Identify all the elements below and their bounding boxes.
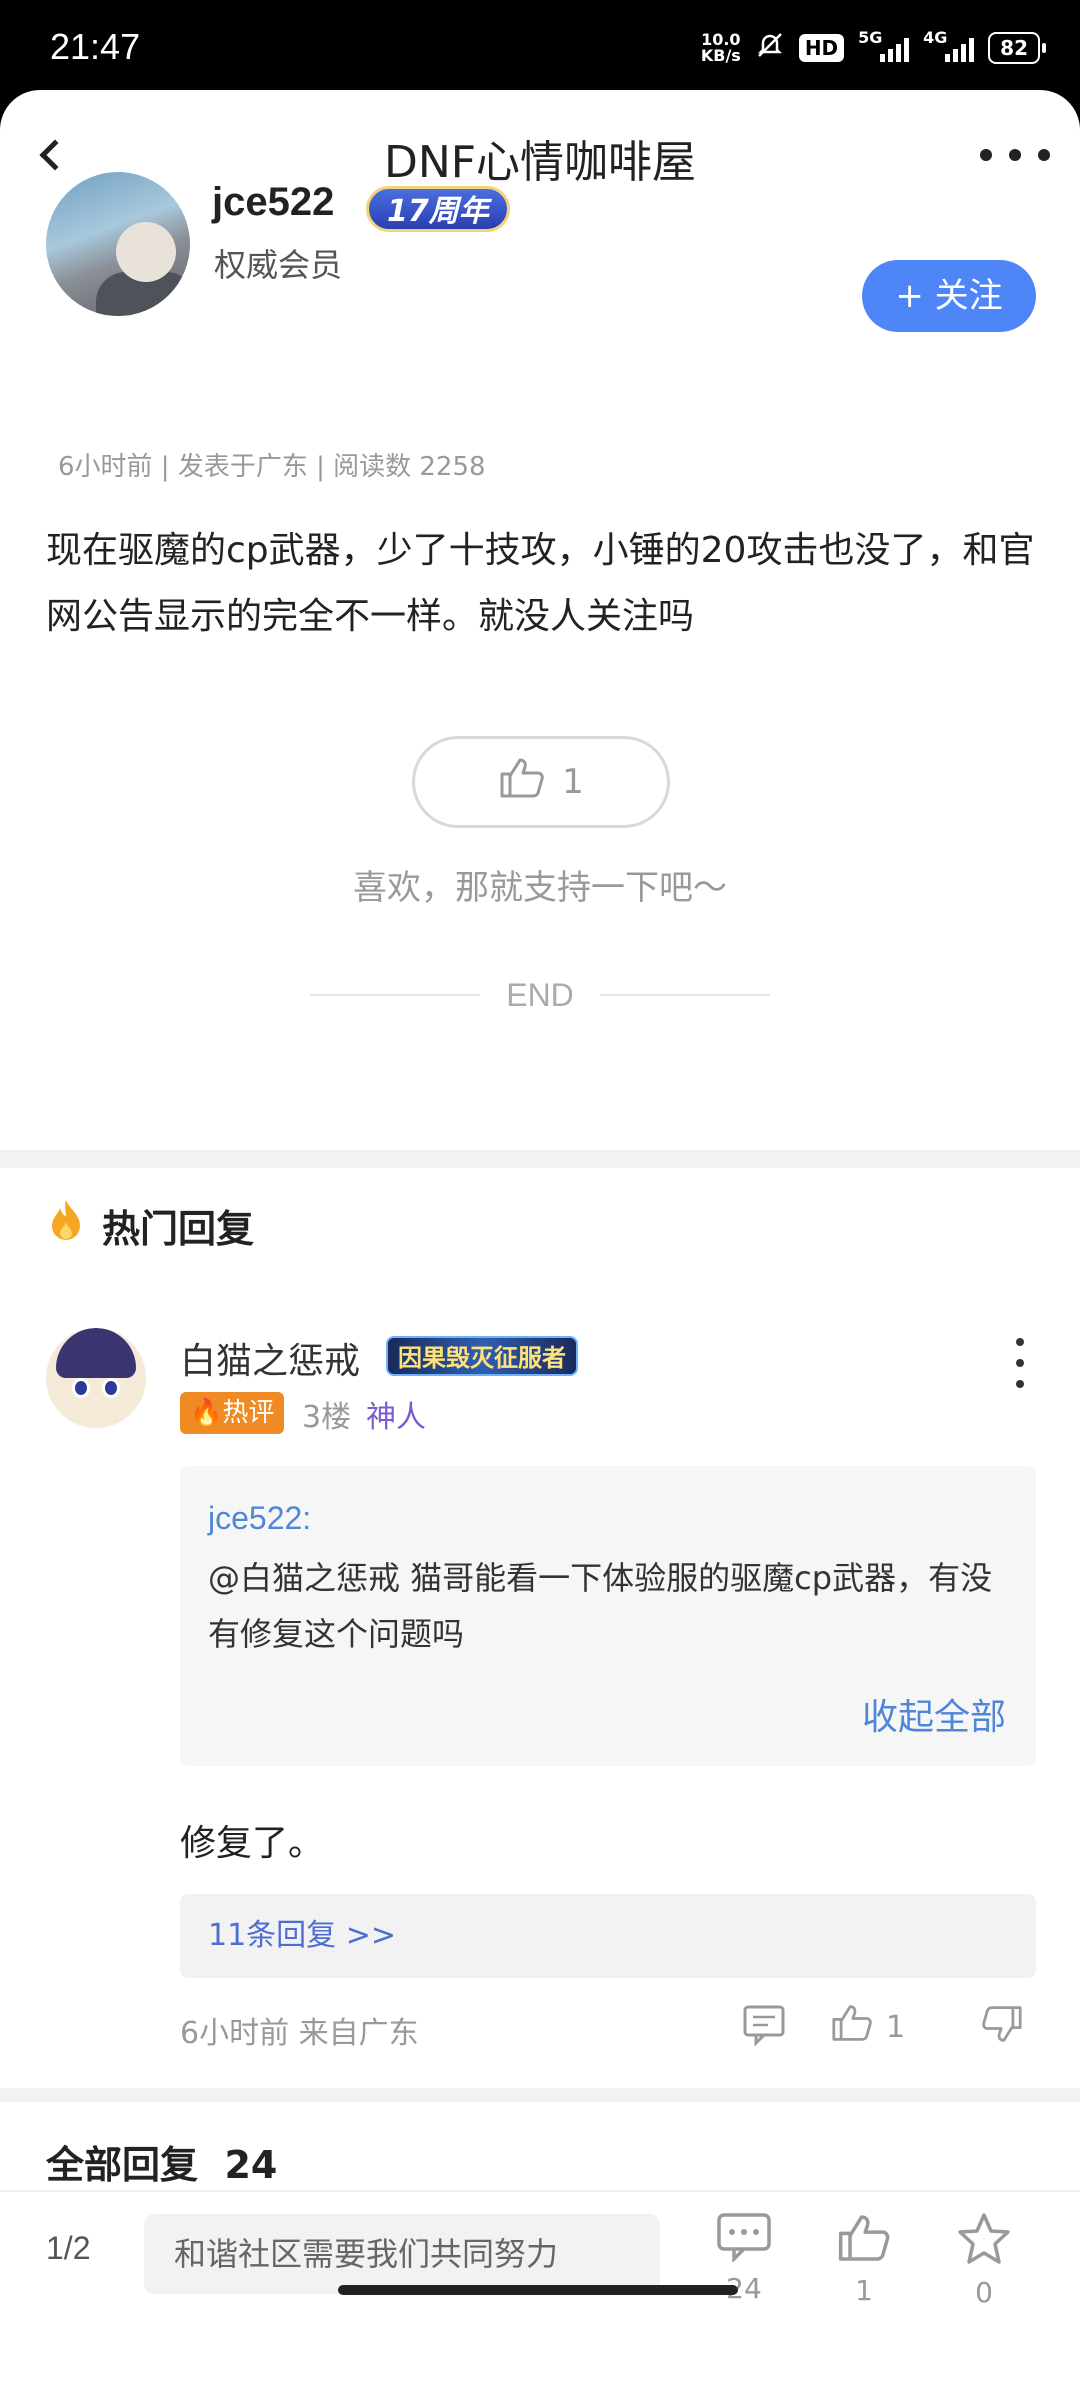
post-body: 现在驱魔的cp武器，少了十技攻，小锤的20攻击也没了，和官网公告显示的完全不一样… (46, 530, 1035, 637)
view-subreplies-link[interactable]: 11条回复 >> (180, 1894, 1036, 1978)
reply-like-count: 1 (886, 2009, 906, 2045)
end-marker: END (310, 975, 770, 1015)
favorite-count: 0 (975, 2276, 993, 2309)
like-count: 1 (855, 2274, 873, 2307)
post-sheet: DNF心情咖啡屋 jce522 17周年 权威会员 + 关注 6小时前 | 发表… (0, 90, 1080, 2400)
quote-author[interactable]: jce522: (208, 1500, 311, 1537)
all-replies-count: 24 (224, 2143, 278, 2187)
reply-footer: 6小时前 来自广东 1 (180, 2004, 1036, 2054)
favorite-button[interactable]: 0 (944, 2212, 1024, 2309)
page-indicator[interactable]: 1/2 (46, 2230, 90, 2267)
thumbs-up-icon (838, 2215, 890, 2261)
section-divider (0, 2088, 1080, 2102)
reply-time: 6小时前 来自广东 (180, 2016, 419, 2051)
end-label: END (506, 976, 574, 1013)
follow-button[interactable]: + 关注 (862, 260, 1036, 332)
quote-text: @白猫之惩戒 猫哥能看一下体验服的驱魔cp武器，有没有修复这个问题吗 (208, 1559, 993, 1653)
thumbs-down-icon[interactable] (980, 2004, 1026, 2050)
floor-number: 3楼 (302, 1400, 352, 1435)
reply-like-button[interactable]: 1 (830, 2004, 905, 2050)
member-level: 权威会员 (214, 246, 343, 284)
post-meta: 6小时前 | 发表于广东 | 阅读数 2258 (58, 452, 486, 482)
like-hint: 喜欢，那就支持一下吧～ (353, 868, 727, 908)
thumbs-up-icon (498, 756, 546, 809)
reply-more-button[interactable] (1010, 1338, 1030, 1388)
comment-input[interactable]: 和谐社区需要我们共同努力 (144, 2214, 660, 2294)
reply-avatar[interactable] (46, 1328, 146, 1428)
reply-text: 修复了。 (180, 1823, 325, 1864)
anniversary-badge: 17周年 (366, 186, 510, 232)
net-speed: 10.0 KB/s (700, 30, 741, 65)
author-avatar[interactable] (46, 172, 190, 316)
battery-icon: 82 (988, 32, 1046, 64)
user-title: 神人 (366, 1400, 426, 1435)
hot-comment-tag: 🔥热评 (180, 1392, 285, 1434)
signal-5g-icon: 5G (858, 28, 910, 62)
section-divider (0, 1150, 1080, 1168)
hot-replies-title: 热门回复 (102, 1207, 255, 1251)
signal-4g-icon: 4G (923, 28, 975, 62)
star-icon (958, 2213, 1010, 2264)
achievement-medal: 因果毁灭征服者 (386, 1336, 578, 1376)
hd-icon: HD (798, 34, 845, 62)
collapse-all-link[interactable]: 收起全部 (862, 1688, 1006, 1740)
hot-replies-heading: 热门回复 (46, 1198, 254, 1253)
all-replies-heading: 全部回复 24 (46, 2143, 278, 2187)
reply-username[interactable]: 白猫之惩戒 (180, 1332, 360, 1384)
home-indicator[interactable] (338, 2285, 738, 2295)
bell-muted-icon (755, 30, 785, 67)
post-like-button[interactable]: 1 (412, 736, 670, 828)
more-options-button[interactable] (980, 140, 1050, 170)
author-name[interactable]: jce522 (212, 180, 334, 225)
status-icons: 10.0 KB/s HD 5G 4G 82 (700, 28, 1046, 68)
like-button[interactable]: 1 (824, 2212, 904, 2307)
comment-icon[interactable] (742, 2004, 788, 2050)
status-bar: 21:47 10.0 KB/s HD 5G 4G 82 (0, 0, 1080, 96)
fire-icon (46, 1198, 86, 1253)
post-like-count: 1 (562, 762, 584, 802)
comment-icon (717, 2213, 771, 2264)
page-title: DNF心情咖啡屋 (383, 137, 697, 188)
quoted-reply: jce522: @白猫之惩戒 猫哥能看一下体验服的驱魔cp武器，有没有修复这个问… (180, 1466, 1036, 1766)
status-time: 21:47 (50, 26, 141, 67)
thumbs-up-icon (830, 2003, 874, 2051)
